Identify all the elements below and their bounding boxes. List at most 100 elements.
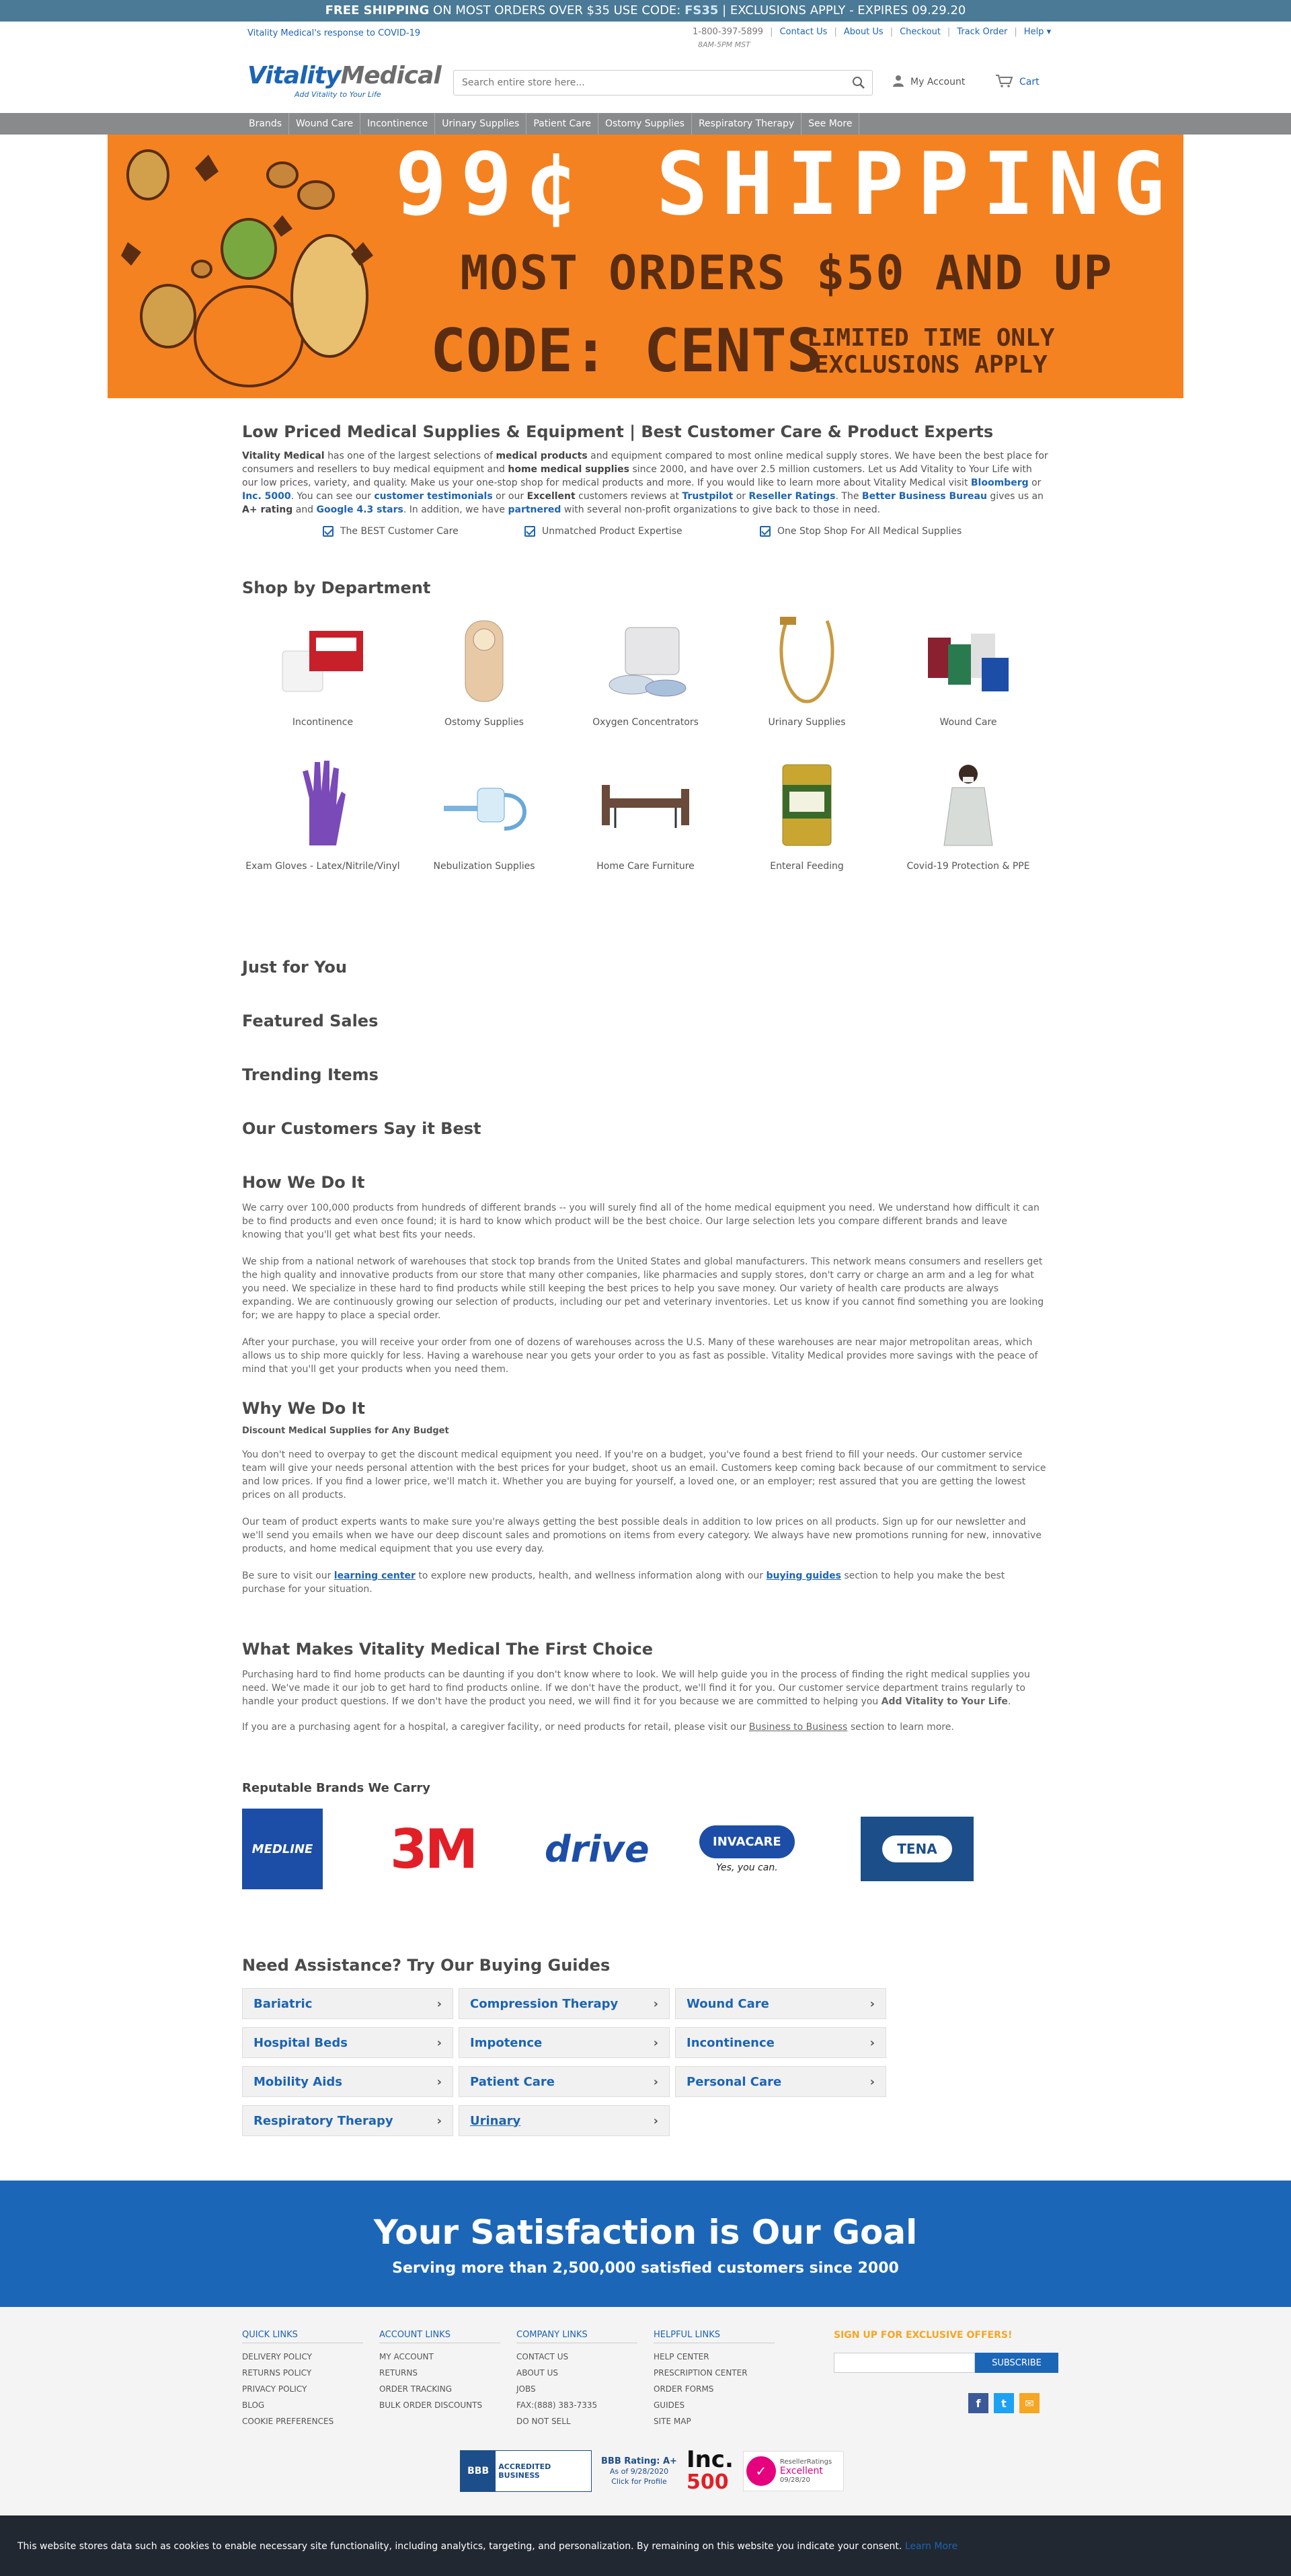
brand-3m[interactable]: 3M [390, 1809, 565, 1889]
learning-center-link[interactable]: learning center [334, 1570, 416, 1581]
search-icon[interactable] [852, 76, 865, 89]
nav-item-incontinence[interactable]: Incontinence [360, 113, 436, 135]
partners-link[interactable]: partnered [508, 504, 561, 515]
dept-nebulization[interactable]: Nebulization Supplies [403, 755, 565, 872]
footer-link[interactable]: CONTACT US [516, 2349, 637, 2365]
footer-link[interactable]: JOBS [516, 2381, 637, 2397]
dept-oxygen[interactable]: Oxygen Concentrators [565, 611, 726, 728]
guide-incontinence[interactable]: Incontinence › [675, 2027, 886, 2058]
track-order-link[interactable]: Track Order [957, 27, 1007, 37]
cookie-learn-more-link[interactable]: Learn More [905, 2541, 957, 2552]
footer-link[interactable]: RETURNS POLICY [242, 2365, 363, 2381]
reseller-ratings-link[interactable]: Reseller Ratings [748, 491, 835, 502]
search-input[interactable] [454, 71, 830, 95]
nav-item-ostomy-supplies[interactable]: Ostomy Supplies [598, 113, 692, 135]
cart-link[interactable]: Cart [995, 74, 1040, 90]
pumpkin-illustration [121, 149, 373, 387]
hero-headline: 99¢ SHIPPING [395, 135, 1179, 235]
guide-mobility-aids[interactable]: Mobility Aids › [242, 2066, 453, 2097]
footer-link[interactable]: MY ACCOUNT [379, 2349, 500, 2365]
footer-link[interactable]: DELIVERY POLICY [242, 2349, 363, 2365]
footer-link[interactable]: SITE MAP [654, 2413, 775, 2429]
dept-covid-ppe[interactable]: Covid-19 Protection & PPE [888, 755, 1049, 872]
footer-link[interactable]: BULK ORDER DISCOUNTS [379, 2397, 500, 2413]
footer-link[interactable]: BLOG [242, 2397, 363, 2413]
dept-wound-care[interactable]: Wound Care [888, 611, 1049, 728]
footer-link[interactable]: PRESCRIPTION CENTER [654, 2365, 775, 2381]
subscribe-button[interactable]: SUBSCRIBE [975, 2353, 1058, 2373]
dept-ostomy[interactable]: Ostomy Supplies [403, 611, 565, 728]
why-we-do-it: Why We Do It Discount Medical Supplies f… [242, 1399, 1049, 1596]
nav-item-urinary-supplies[interactable]: Urinary Supplies [435, 113, 527, 135]
dept-incontinence[interactable]: Incontinence [242, 611, 403, 728]
buying-guides-link[interactable]: buying guides [767, 1570, 841, 1581]
exam-glove-icon [269, 755, 377, 856]
footer-link[interactable]: GUIDES [654, 2397, 775, 2413]
footer-link[interactable]: ORDER TRACKING [379, 2381, 500, 2397]
my-account-link[interactable]: My Account [892, 74, 965, 90]
hero-promo-banner[interactable]: 99¢ SHIPPING MOST ORDERS $50 AND UP CODE… [108, 135, 1183, 398]
inc5000-link[interactable]: Inc. 5000 [242, 491, 291, 502]
bloomberg-link[interactable]: Bloomberg [971, 478, 1029, 488]
first-choice-paragraph: Purchasing hard to find home products ca… [242, 1669, 1030, 1707]
nav-item-wound-care[interactable]: Wound Care [289, 113, 361, 135]
footer-link[interactable]: DO NOT SELL [516, 2413, 637, 2429]
brand-tena[interactable]: TENA [861, 1809, 1049, 1889]
footer-link[interactable]: PRIVACY POLICY [242, 2381, 363, 2397]
footer-link[interactable]: FAX:(888) 383-7335 [516, 2397, 637, 2413]
guide-personal-care[interactable]: Personal Care › [675, 2066, 886, 2097]
help-menu-link[interactable]: Help ▾ [1024, 27, 1051, 37]
twitter-icon[interactable]: t [994, 2393, 1014, 2413]
chevron-right-icon: › [436, 2074, 442, 2089]
guide-impotence[interactable]: Impotence › [459, 2027, 670, 2058]
chevron-right-icon: › [436, 2035, 442, 2050]
footer-link[interactable]: COOKIE PREFERENCES [242, 2413, 363, 2429]
guide-respiratory-therapy[interactable]: Respiratory Therapy › [242, 2105, 453, 2136]
brand-medline[interactable]: MEDLINE [242, 1809, 403, 1889]
footer-link[interactable]: ORDER FORMS [654, 2381, 775, 2397]
nav-item-see-more[interactable]: See More [801, 113, 860, 135]
google-reviews-link[interactable]: Google 4.3 stars [317, 504, 403, 515]
phone-number[interactable]: 1-800-397-5899 [693, 27, 763, 37]
inc500-badge[interactable]: Inc. 500 [687, 2448, 734, 2494]
incontinence-product-icon [269, 611, 377, 712]
nav-item-brands[interactable]: Brands [242, 113, 289, 135]
bbb-rating[interactable]: BBB Rating: A+ As of 9/28/2020 Click for P… [601, 2456, 677, 2487]
dept-enteral-feeding[interactable]: Enteral Feeding [726, 755, 888, 872]
promo-code: FS35 [684, 3, 719, 17]
footer-link[interactable]: RETURNS [379, 2365, 500, 2381]
checkout-link[interactable]: Checkout [900, 27, 941, 37]
newsletter-email-input[interactable] [834, 2353, 975, 2373]
guide-hospital-beds[interactable]: Hospital Beds › [242, 2027, 453, 2058]
top-promo-banner[interactable]: FREE SHIPPING ON MOST ORDERS OVER $35 US… [0, 0, 1291, 22]
chevron-right-icon: › [869, 2074, 875, 2089]
why-paragraph: Our team of product experts wants to mak… [242, 1517, 1042, 1554]
facebook-icon[interactable]: f [968, 2393, 988, 2413]
bandage-rolls-icon [914, 611, 1022, 712]
contact-us-link[interactable]: Contact Us [779, 27, 827, 37]
site-logo[interactable]: VitalityMedical Add Vitality to Your Lif… [247, 62, 442, 102]
guide-compression-therapy[interactable]: Compression Therapy › [459, 1988, 670, 2019]
footer-link[interactable]: ABOUT US [516, 2365, 637, 2381]
guide-urinary[interactable]: Urinary › [459, 2105, 670, 2136]
guide-patient-care[interactable]: Patient Care › [459, 2066, 670, 2097]
footer-link[interactable]: HELP CENTER [654, 2349, 775, 2365]
dept-urinary[interactable]: Urinary Supplies [726, 611, 888, 728]
b2b-link[interactable]: Business to Business [749, 1722, 847, 1733]
reseller-ratings-badge[interactable]: ✓ ResellerRatings Excellent 09/28/20 [742, 2451, 844, 2491]
about-us-link[interactable]: About Us [844, 27, 884, 37]
guide-wound-care[interactable]: Wound Care › [675, 1988, 886, 2019]
dept-exam-gloves[interactable]: Exam Gloves - Latex/Nitrile/Vinyl [242, 755, 403, 872]
covid-response-link[interactable]: Vitality Medical's response to COVID-19 [247, 28, 420, 38]
guide-bariatric[interactable]: Bariatric › [242, 1988, 453, 2019]
first-choice-paragraph: If you are a purchasing agent for a hosp… [242, 1722, 954, 1733]
trustpilot-link[interactable]: Trustpilot [682, 491, 733, 502]
nav-item-patient-care[interactable]: Patient Care [526, 113, 598, 135]
why-paragraph: You don't need to overpay to get the dis… [242, 1449, 1046, 1501]
nav-item-respiratory-therapy[interactable]: Respiratory Therapy [692, 113, 802, 135]
bbb-link[interactable]: Better Business Bureau [862, 491, 987, 502]
dept-home-care-furniture[interactable]: Home Care Furniture [565, 755, 726, 872]
testimonials-link[interactable]: customer testimonials [374, 491, 492, 502]
bbb-badge[interactable]: BBB ACCREDITED BUSINESS [460, 2450, 592, 2492]
email-icon[interactable]: ✉ [1019, 2393, 1040, 2413]
